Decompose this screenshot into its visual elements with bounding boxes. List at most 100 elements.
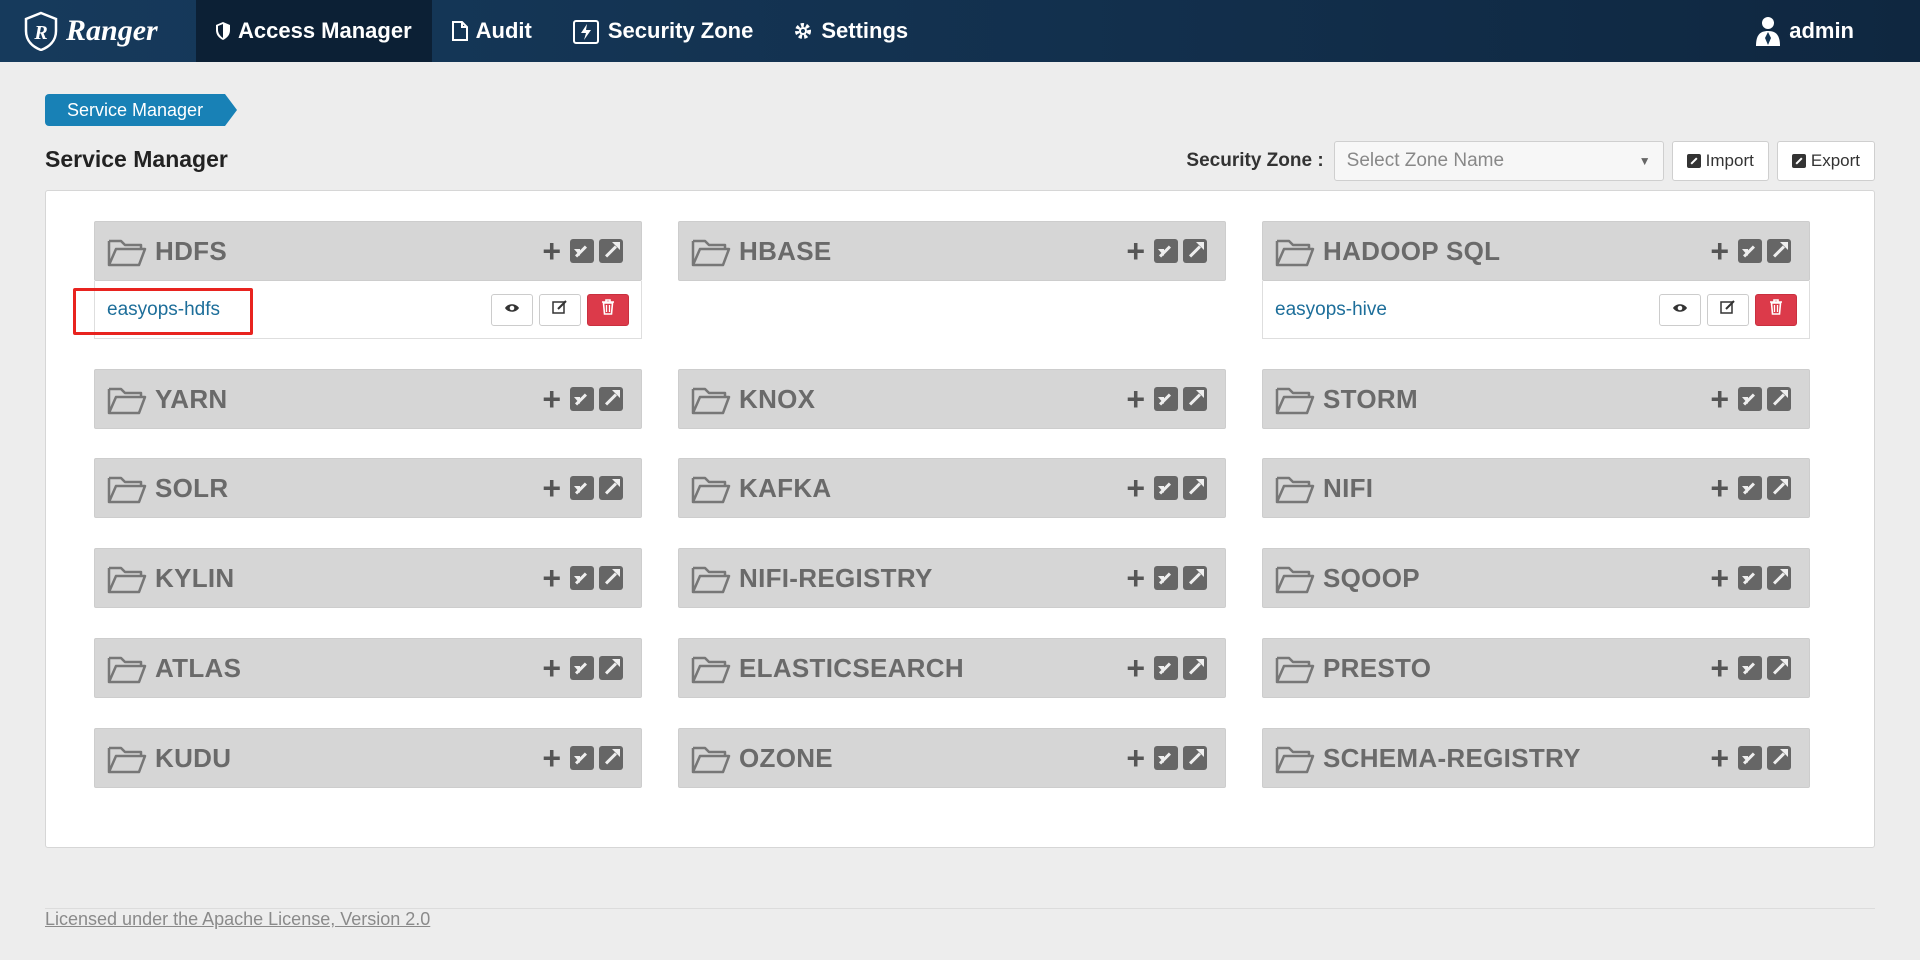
add-service-button[interactable]: + <box>1710 562 1729 594</box>
add-service-button[interactable]: + <box>1126 472 1145 504</box>
nav-audit[interactable]: Audit <box>432 0 552 62</box>
delete-button[interactable] <box>587 293 629 326</box>
add-service-button[interactable]: + <box>542 383 561 415</box>
import-service-button[interactable] <box>1154 476 1178 500</box>
edit-button[interactable] <box>1707 293 1749 326</box>
import-service-button[interactable] <box>1154 656 1178 680</box>
nav-access-manager[interactable]: Access Manager <box>196 0 432 62</box>
export-service-button[interactable] <box>1183 746 1207 770</box>
import-service-button[interactable] <box>570 476 594 500</box>
import-service-button[interactable] <box>1738 387 1762 411</box>
import-service-button[interactable] <box>570 566 594 590</box>
brand[interactable]: R Ranger <box>0 0 196 62</box>
service-header: HADOOP SQL + <box>1262 221 1810 281</box>
export-service-button[interactable] <box>1767 387 1791 411</box>
export-service-button[interactable] <box>1183 387 1207 411</box>
service-kafka: KAFKA + <box>678 458 1226 518</box>
add-service-button[interactable]: + <box>542 235 561 267</box>
service-header: YARN + <box>94 369 642 429</box>
breadcrumb[interactable]: Service Manager <box>45 94 238 126</box>
service-name: SCHEMA-REGISTRY <box>1323 742 1581 773</box>
import-service-button[interactable] <box>1154 566 1178 590</box>
import-service-button[interactable] <box>1738 746 1762 770</box>
service-header: SOLR + <box>94 458 642 518</box>
export-service-button[interactable] <box>599 476 623 500</box>
zone-select-placeholder: Select Zone Name <box>1346 150 1505 171</box>
add-service-button[interactable]: + <box>1126 562 1145 594</box>
top-navbar: R Ranger Access Manager Audit Security Z… <box>0 0 1920 62</box>
service-instance-link[interactable]: easyops-hive <box>1275 299 1653 321</box>
export-service-button[interactable] <box>1767 476 1791 500</box>
service-name: STORM <box>1323 383 1418 414</box>
export-service-button[interactable] <box>599 656 623 680</box>
import-service-button[interactable] <box>1154 387 1178 411</box>
service-name: HBASE <box>739 235 832 266</box>
export-service-button[interactable] <box>1767 656 1791 680</box>
add-service-button[interactable]: + <box>1710 235 1729 267</box>
service-panel: HDFS + easyops-hdfs HBASE + HADOOP SQL + easyop… <box>45 190 1875 848</box>
export-service-button[interactable] <box>599 239 623 263</box>
security-zone-label: Security Zone : <box>1186 150 1324 171</box>
import-service-button[interactable] <box>570 387 594 411</box>
edit-icon <box>552 299 568 320</box>
folder-open-icon <box>691 383 731 415</box>
add-service-button[interactable]: + <box>542 652 561 684</box>
import-service-button[interactable] <box>570 746 594 770</box>
user-menu[interactable]: admin <box>1735 0 1920 62</box>
export-service-button[interactable] <box>1767 746 1791 770</box>
import-service-button[interactable] <box>1738 476 1762 500</box>
export-service-button[interactable] <box>599 746 623 770</box>
service-name: KNOX <box>739 383 816 414</box>
folder-open-icon <box>1275 562 1315 594</box>
nav-settings[interactable]: Settings <box>773 0 928 62</box>
import-service-button[interactable] <box>1154 746 1178 770</box>
security-zone-select[interactable]: Select Zone Name ▼ <box>1333 141 1664 181</box>
service-name: KUDU <box>155 742 232 773</box>
add-service-button[interactable]: + <box>1126 652 1145 684</box>
add-service-button[interactable]: + <box>1710 652 1729 684</box>
service-name: KYLIN <box>155 562 235 593</box>
import-service-button[interactable] <box>570 239 594 263</box>
import-service-button[interactable] <box>1738 566 1762 590</box>
export-service-button[interactable] <box>599 387 623 411</box>
service-header: PRESTO + <box>1262 638 1810 698</box>
page-title: Service Manager <box>45 146 228 172</box>
service-name: OZONE <box>739 742 833 773</box>
add-service-button[interactable]: + <box>542 562 561 594</box>
nav-security-zone[interactable]: Security Zone <box>552 0 773 62</box>
export-service-button[interactable] <box>1183 566 1207 590</box>
view-button[interactable] <box>1659 293 1701 326</box>
add-service-button[interactable]: + <box>1710 472 1729 504</box>
import-service-button[interactable] <box>1154 239 1178 263</box>
add-service-button[interactable]: + <box>1710 742 1729 774</box>
import-button[interactable]: Import <box>1671 141 1769 181</box>
add-service-button[interactable]: + <box>1126 742 1145 774</box>
service-name: ELASTICSEARCH <box>739 652 964 683</box>
delete-button[interactable] <box>1755 293 1797 326</box>
service-header: OZONE + <box>678 728 1226 788</box>
view-button[interactable] <box>491 293 533 326</box>
license-link[interactable]: Licensed under the Apache License, Versi… <box>45 909 430 930</box>
service-presto: PRESTO + <box>1262 638 1810 698</box>
export-service-button[interactable] <box>599 566 623 590</box>
service-name: SQOOP <box>1323 562 1420 593</box>
service-instance-link[interactable]: easyops-hdfs <box>107 299 485 321</box>
add-service-button[interactable]: + <box>1126 235 1145 267</box>
export-service-button[interactable] <box>1183 239 1207 263</box>
add-service-button[interactable]: + <box>542 742 561 774</box>
export-service-button[interactable] <box>1183 656 1207 680</box>
folder-open-icon <box>1275 742 1315 774</box>
export-service-button[interactable] <box>1183 476 1207 500</box>
export-button[interactable]: Export <box>1776 141 1875 181</box>
add-service-button[interactable]: + <box>1710 383 1729 415</box>
export-service-button[interactable] <box>1767 566 1791 590</box>
edit-button[interactable] <box>539 293 581 326</box>
import-service-button[interactable] <box>1738 239 1762 263</box>
import-service-button[interactable] <box>1738 656 1762 680</box>
service-name: SOLR <box>155 472 229 503</box>
service-header: SCHEMA-REGISTRY + <box>1262 728 1810 788</box>
add-service-button[interactable]: + <box>542 472 561 504</box>
import-service-button[interactable] <box>570 656 594 680</box>
export-service-button[interactable] <box>1767 239 1791 263</box>
add-service-button[interactable]: + <box>1126 383 1145 415</box>
